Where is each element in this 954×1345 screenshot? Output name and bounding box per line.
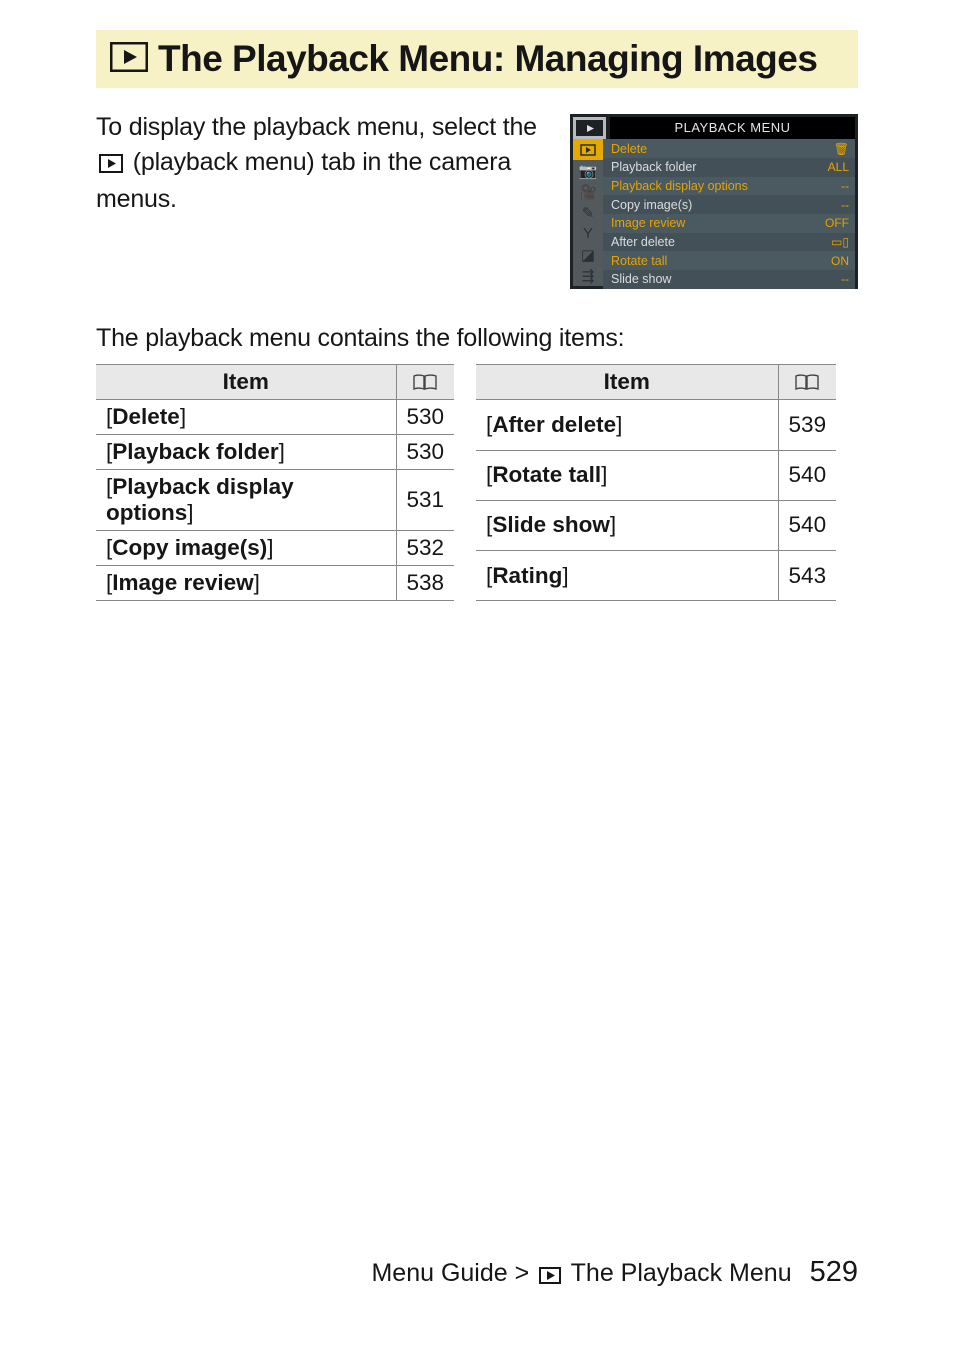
ss-tab-retouch-icon: ◪: [573, 244, 603, 265]
ss-row-value: --: [821, 198, 849, 212]
table-cell-item: [Delete]: [96, 400, 396, 435]
ss-row-value: ▭▯: [821, 235, 849, 249]
ss-row: Slide show --: [603, 270, 855, 289]
playback-icon: [110, 42, 148, 72]
ss-tab-playback: [573, 139, 603, 160]
ss-sidebar: 📷 🎥 ✎ Y ◪ ⇶: [573, 139, 603, 286]
table-row: [Slide show]540: [476, 500, 836, 550]
ss-row-value: 🗑: [821, 142, 849, 156]
footer-text-right: The Playback Menu: [564, 1259, 791, 1287]
table-cell-page: 530: [396, 400, 454, 435]
th-page-icon: [396, 365, 454, 400]
th-item: Item: [96, 365, 396, 400]
th-item: Item: [476, 365, 778, 400]
table-cell-item: [Image review]: [96, 566, 396, 601]
ss-frame-icon: [573, 117, 606, 139]
intro-part1: To display the playback menu, select the: [96, 113, 537, 141]
table-cell-item: [Rating]: [476, 551, 778, 601]
ss-row-label: Slide show: [611, 272, 671, 286]
page-title-bar: The Playback Menu: Managing Images: [96, 30, 858, 88]
intro2: The playback menu contains the following…: [96, 321, 858, 356]
table-row: [Rating]543: [476, 551, 836, 601]
table-cell-page: 531: [396, 470, 454, 531]
table-row: [Rotate tall]540: [476, 450, 836, 500]
ss-row-label: Delete: [611, 142, 647, 156]
table-cell-page: 530: [396, 435, 454, 470]
camera-screenshot: PLAYBACK MENU 📷 🎥 ✎ Y ◪ ⇶ Delete 🗑 Playbac…: [570, 114, 858, 289]
footer-text-left: Menu Guide >: [371, 1259, 536, 1287]
table-row: [Image review]538: [96, 566, 454, 601]
table-row: [Playback folder]530: [96, 435, 454, 470]
ss-tab-camera-icon: 📷: [573, 160, 603, 181]
ss-row-value: OFF: [821, 216, 849, 230]
ss-row-value: ON: [821, 254, 849, 268]
ss-row: Delete 🗑: [603, 139, 855, 158]
table-cell-item: [Playback folder]: [96, 435, 396, 470]
ss-row: Copy image(s) --: [603, 195, 855, 214]
table-row: [After delete]539: [476, 400, 836, 450]
ss-row-label: Image review: [611, 216, 685, 230]
ss-list: Delete 🗑 Playback folder ALL Playback displa…: [603, 139, 855, 286]
ss-row: After delete ▭▯: [603, 233, 855, 252]
ss-tab-mymenu-icon: ⇶: [573, 265, 603, 286]
table-cell-item: [Copy image(s)]: [96, 531, 396, 566]
table-cell-page: 532: [396, 531, 454, 566]
ss-row: Image review OFF: [603, 214, 855, 233]
table-cell-page: 538: [396, 566, 454, 601]
ss-tab-video-icon: 🎥: [573, 181, 603, 202]
table-cell-page: 539: [778, 400, 836, 450]
ss-row: Rotate tall ON: [603, 251, 855, 270]
page-title: The Playback Menu: Managing Images: [158, 36, 817, 82]
ss-tab-pencil-icon: ✎: [573, 202, 603, 223]
intro-paragraph: To display the playback menu, select the…: [96, 110, 570, 289]
playback-inline-icon: [99, 148, 123, 183]
ss-row-label: Playback folder: [611, 160, 696, 174]
ss-row-label: Playback display options: [611, 179, 748, 193]
ss-row-value: ALL: [821, 160, 849, 174]
tables: Item [Delete]530[Playback folder]530[Pla…: [96, 364, 858, 601]
footer: Menu Guide > The Playback Menu 529: [0, 1256, 858, 1291]
ss-row-label: After delete: [611, 235, 675, 249]
index-table-right: Item [After delete]539[Rotate tall]540[S…: [476, 364, 836, 601]
table-cell-item: [Playback display options]: [96, 470, 396, 531]
footer-page-number: 529: [810, 1256, 858, 1288]
ss-header: PLAYBACK MENU: [610, 117, 855, 139]
index-table-left: Item [Delete]530[Playback folder]530[Pla…: [96, 364, 454, 601]
ss-row: Playback display options --: [603, 177, 855, 196]
intro-part2: (playback menu) tab in the camera menus.: [96, 148, 511, 214]
ss-row: Playback folder ALL: [603, 158, 855, 177]
ss-row-label: Copy image(s): [611, 198, 692, 212]
table-row: [Copy image(s)]532: [96, 531, 454, 566]
table-cell-page: 543: [778, 551, 836, 601]
ss-row-value: --: [821, 272, 849, 286]
table-cell-item: [Rotate tall]: [476, 450, 778, 500]
table-cell-item: [After delete]: [476, 400, 778, 450]
table-row: [Playback display options]531: [96, 470, 454, 531]
table-cell-item: [Slide show]: [476, 500, 778, 550]
table-cell-page: 540: [778, 500, 836, 550]
ss-row-value: --: [821, 179, 849, 193]
th-page-icon: [778, 365, 836, 400]
playback-footer-icon: [539, 1262, 561, 1291]
ss-row-label: Rotate tall: [611, 254, 667, 268]
table-row: [Delete]530: [96, 400, 454, 435]
table-cell-page: 540: [778, 450, 836, 500]
ss-tab-setup-icon: Y: [573, 223, 603, 244]
